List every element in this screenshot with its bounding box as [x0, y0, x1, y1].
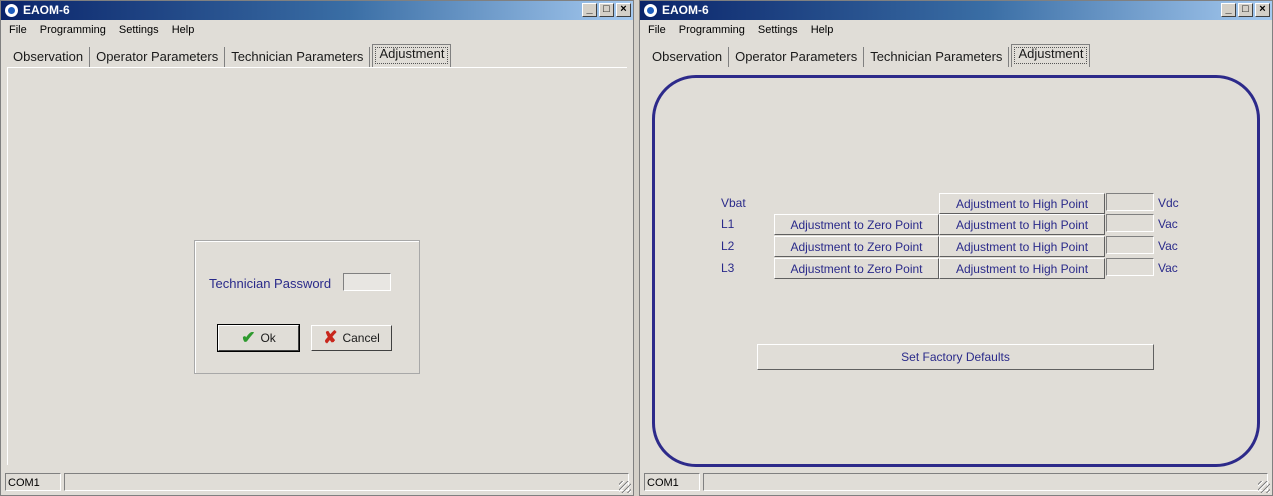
close-button[interactable]: ×	[1255, 3, 1270, 17]
title-bar[interactable]: EAOM-6 _ □ ×	[1, 1, 633, 20]
row-label-l2: L2	[721, 239, 735, 253]
tab-observation[interactable]: Observation	[646, 47, 730, 67]
menu-programming[interactable]: Programming	[35, 22, 111, 36]
tab-operator-parameters[interactable]: Operator Parameters	[729, 47, 865, 67]
ok-button[interactable]: ✔ Ok	[217, 324, 300, 352]
l1-high-point-button[interactable]: Adjustment to High Point	[939, 214, 1105, 235]
set-factory-defaults-button[interactable]: Set Factory Defaults	[757, 344, 1154, 370]
app-logo-icon[interactable]	[4, 3, 19, 18]
resize-grip[interactable]	[1258, 481, 1270, 493]
password-label: Technician Password	[209, 276, 332, 291]
status-message	[703, 473, 1268, 491]
row-label-l1: L1	[721, 217, 735, 231]
maximize-button[interactable]: □	[599, 3, 614, 17]
menu-bar: File Programming Settings Help	[640, 22, 1272, 40]
vbat-unit: Vdc	[1158, 196, 1179, 210]
menu-bar: File Programming Settings Help	[1, 22, 633, 40]
maximize-button[interactable]: □	[1238, 3, 1253, 17]
l1-value-field[interactable]	[1106, 214, 1154, 232]
menu-file[interactable]: File	[640, 22, 671, 36]
l1-zero-point-button[interactable]: Adjustment to Zero Point	[774, 214, 939, 235]
tab-technician-parameters[interactable]: Technician Parameters	[864, 47, 1010, 67]
check-icon: ✔	[241, 328, 256, 347]
vbat-value-field[interactable]	[1106, 193, 1154, 211]
l1-unit: Vac	[1158, 217, 1178, 231]
menu-help[interactable]: Help	[167, 22, 200, 36]
status-bar: COM1	[5, 473, 629, 493]
tab-strip: Observation Operator Parameters Technici…	[7, 44, 452, 67]
l3-value-field[interactable]	[1106, 258, 1154, 276]
l2-unit: Vac	[1158, 239, 1178, 253]
cancel-button[interactable]: ✘ Cancel	[311, 325, 392, 351]
window-login: EAOM-6 _ □ × File Programming Settings H…	[0, 0, 634, 496]
tab-technician-parameters[interactable]: Technician Parameters	[225, 47, 371, 67]
minimize-button[interactable]: _	[1221, 3, 1236, 17]
vbat-high-point-button[interactable]: Adjustment to High Point	[939, 193, 1105, 214]
tab-observation[interactable]: Observation	[7, 47, 91, 67]
title-bar[interactable]: EAOM-6 _ □ ×	[640, 1, 1272, 20]
tab-adjustment[interactable]: Adjustment	[372, 44, 452, 67]
adjustment-frame: Vbat Adjustment to High Point Vdc L1 Adj…	[652, 75, 1260, 467]
window-title: EAOM-6	[662, 3, 709, 17]
window-adjustment: EAOM-6 _ □ × File Programming Settings H…	[639, 0, 1273, 496]
tab-strip: Observation Operator Parameters Technici…	[646, 44, 1091, 67]
l2-zero-point-button[interactable]: Adjustment to Zero Point	[774, 236, 939, 257]
login-box: Technician Password ✔ Ok ✘ Cancel	[194, 240, 420, 374]
l3-unit: Vac	[1158, 261, 1178, 275]
l2-high-point-button[interactable]: Adjustment to High Point	[939, 236, 1105, 257]
tab-adjustment[interactable]: Adjustment	[1011, 44, 1091, 67]
close-button[interactable]: ×	[616, 3, 631, 17]
app-logo-icon[interactable]	[643, 3, 658, 18]
window-title: EAOM-6	[23, 3, 70, 17]
cancel-label: Cancel	[342, 331, 380, 345]
tab-operator-parameters[interactable]: Operator Parameters	[90, 47, 226, 67]
l3-zero-point-button[interactable]: Adjustment to Zero Point	[774, 258, 939, 279]
l2-value-field[interactable]	[1106, 236, 1154, 254]
row-label-vbat: Vbat	[721, 196, 746, 210]
ok-label: Ok	[260, 331, 276, 345]
row-label-l3: L3	[721, 261, 735, 275]
l3-high-point-button[interactable]: Adjustment to High Point	[939, 258, 1105, 279]
menu-settings[interactable]: Settings	[114, 22, 164, 36]
status-bar: COM1	[644, 473, 1268, 493]
tab-panel: Technician Password ✔ Ok ✘ Cancel	[7, 67, 627, 465]
x-icon: ✘	[323, 328, 338, 347]
menu-file[interactable]: File	[1, 22, 32, 36]
status-message	[64, 473, 629, 491]
menu-help[interactable]: Help	[806, 22, 839, 36]
password-input[interactable]	[343, 273, 391, 291]
menu-programming[interactable]: Programming	[674, 22, 750, 36]
resize-grip[interactable]	[619, 481, 631, 493]
status-port: COM1	[5, 473, 61, 491]
minimize-button[interactable]: _	[582, 3, 597, 17]
status-port: COM1	[644, 473, 700, 491]
menu-settings[interactable]: Settings	[753, 22, 803, 36]
